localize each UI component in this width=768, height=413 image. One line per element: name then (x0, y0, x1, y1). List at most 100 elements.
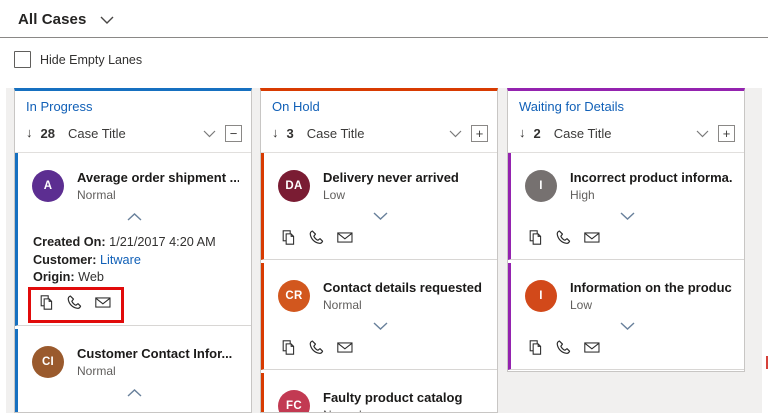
case-priority: High (570, 188, 732, 202)
card-text: Customer Contact Infor... Normal (77, 346, 232, 378)
detail-label: Origin: (33, 270, 75, 284)
case-priority: Low (570, 298, 732, 312)
card-text: Faulty product catalog Normal (323, 390, 462, 413)
case-card[interactable]: A Average order shipment ... Normal Created… (15, 153, 251, 326)
avatar: I (525, 170, 557, 202)
avatar: FC (278, 390, 310, 413)
card-expand-chevron-icon[interactable] (264, 212, 497, 221)
case-priority: Normal (77, 364, 232, 378)
hide-empty-lanes-filter: Hide Empty Lanes (14, 51, 142, 68)
expand-lane-button[interactable]: + (471, 125, 488, 142)
red-highlight-box (28, 287, 124, 323)
card-header: CR Contact details requested Normal (264, 263, 497, 312)
card-expand-chevron-icon[interactable] (511, 322, 744, 331)
email-icon[interactable] (336, 229, 354, 251)
card-action-icons (527, 341, 744, 359)
lane-title[interactable]: On Hold (261, 91, 497, 116)
case-title[interactable]: Delivery never arrived (323, 170, 459, 185)
phone-icon[interactable] (555, 339, 572, 361)
lane-waiting-for-details: Waiting for Details ↓ 2 Case Title + I Incorre… (507, 88, 745, 372)
case-card[interactable]: I Incorrect product informa... High (508, 153, 744, 260)
sort-direction-icon[interactable]: ↓ (26, 126, 33, 140)
case-title[interactable]: Faulty product catalog (323, 390, 462, 405)
detail-line: Origin: Web (33, 269, 239, 287)
case-priority: Normal (77, 188, 239, 202)
case-card[interactable]: CI Customer Contact Infor... Normal (15, 329, 251, 413)
case-title[interactable]: Contact details requested (323, 280, 482, 295)
detail-value: Web (75, 270, 104, 284)
avatar: CR (278, 280, 310, 312)
card-header: DADelivery never arrivedLow (264, 153, 497, 202)
copy-icon[interactable] (527, 339, 544, 361)
chevron-down-icon[interactable] (100, 12, 114, 30)
hide-empty-lanes-label: Hide Empty Lanes (40, 53, 142, 67)
lane-count: 2 (534, 126, 541, 141)
case-card[interactable]: FC Faulty product catalog Normal (261, 373, 497, 413)
card-action-icons (280, 341, 497, 359)
lane-sort-bar: ↓ 2 Case Title + (508, 116, 744, 153)
avatar: A (32, 170, 64, 202)
avatar: CI (32, 346, 64, 378)
lane-sort-bar: ↓ 3 Case Title + (261, 116, 497, 153)
case-card[interactable]: I Information on the product Low (508, 263, 744, 370)
copy-icon[interactable] (38, 294, 55, 316)
sort-dropdown-chevron-icon[interactable] (449, 125, 462, 143)
case-card[interactable]: DADelivery never arrivedLow (261, 153, 497, 260)
card-header: I Incorrect product informa... High (511, 153, 744, 202)
card-header: CI Customer Contact Infor... Normal (18, 329, 251, 378)
email-icon[interactable] (583, 229, 601, 251)
lane-on-hold: On Hold ↓ 3 Case Title + DADelivery never arr… (260, 88, 498, 413)
detail-value: 1/21/2017 4:20 AM (106, 235, 216, 249)
avatar: I (525, 280, 557, 312)
card-collapse-chevron-icon[interactable] (18, 388, 251, 397)
lane-title[interactable]: In Progress (15, 91, 251, 116)
case-priority: Normal (323, 298, 482, 312)
email-icon[interactable] (583, 339, 601, 361)
phone-icon[interactable] (308, 339, 325, 361)
sort-direction-icon[interactable]: ↓ (272, 126, 279, 140)
kanban-board: In Progress↓28Case Title−AAverage order … (6, 88, 762, 413)
copy-icon[interactable] (280, 229, 297, 251)
card-text: Information on the product Low (570, 280, 732, 312)
hide-empty-lanes-checkbox[interactable] (14, 51, 31, 68)
case-title[interactable]: Information on the product (570, 280, 732, 295)
copy-icon[interactable] (280, 339, 297, 361)
case-title[interactable]: Customer Contact Infor... (77, 346, 232, 361)
copy-icon[interactable] (527, 229, 544, 251)
view-selector[interactable]: All Cases (18, 9, 114, 30)
card-action-icons (280, 231, 497, 249)
card-expand-chevron-icon[interactable] (511, 212, 744, 221)
detail-value-link[interactable]: Litware (96, 253, 140, 267)
case-title[interactable]: Incorrect product informa... (570, 170, 732, 185)
card-text: Incorrect product informa... High (570, 170, 732, 202)
card-details: Created On: 1/21/2017 4:20 AMCustomer: L… (18, 234, 251, 287)
case-title[interactable]: Average order shipment ... (77, 170, 239, 185)
card-action-icons (34, 297, 251, 315)
collapse-lane-button[interactable]: − (225, 125, 242, 142)
sort-direction-icon[interactable]: ↓ (519, 126, 526, 140)
sort-field-label[interactable]: Case Title (307, 126, 365, 141)
email-icon[interactable] (336, 339, 354, 361)
card-spacer (18, 397, 251, 413)
card-collapse-chevron-icon[interactable] (18, 212, 251, 221)
card-expand-chevron-icon[interactable] (264, 322, 497, 331)
card-text: Average order shipment ... Normal (77, 170, 239, 202)
case-card[interactable]: CR Contact details requested Normal (261, 263, 497, 370)
expand-lane-button[interactable]: + (718, 125, 735, 142)
lane-count: 3 (287, 126, 294, 141)
case-priority: Normal (323, 408, 462, 413)
email-icon[interactable] (94, 294, 112, 316)
card-text: Contact details requested Normal (323, 280, 482, 312)
sort-field-label[interactable]: Case Title (68, 126, 126, 141)
card-action-icons (527, 231, 744, 249)
board-page: All Cases Hide Empty Lanes In Progress ↓ 2… (0, 0, 768, 413)
phone-icon[interactable] (66, 294, 83, 316)
phone-icon[interactable] (555, 229, 572, 251)
card-header: FC Faulty product catalog Normal (264, 373, 497, 413)
sort-dropdown-chevron-icon[interactable] (203, 125, 216, 143)
phone-icon[interactable] (308, 229, 325, 251)
sort-dropdown-chevron-icon[interactable] (696, 125, 709, 143)
sort-field-label[interactable]: Case Title (554, 126, 612, 141)
detail-label: Created On: (33, 235, 106, 249)
lane-title[interactable]: Waiting for Details (508, 91, 744, 116)
